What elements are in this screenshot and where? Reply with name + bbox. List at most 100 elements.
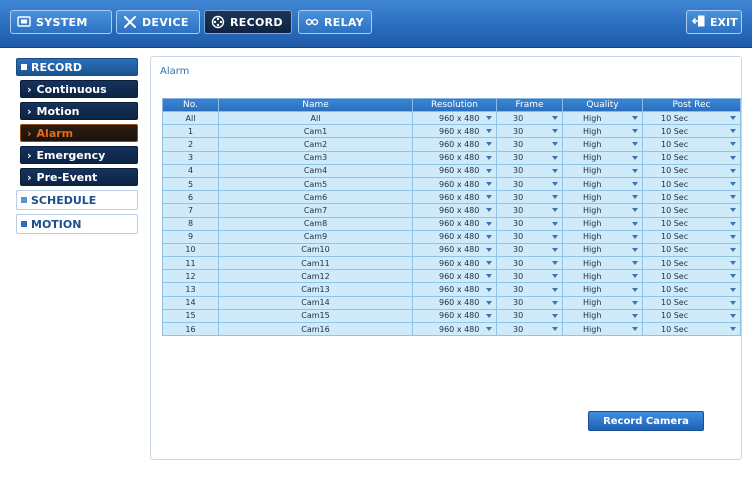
chevron-right-icon: › xyxy=(27,126,32,140)
tab-system[interactable]: SYSTEM xyxy=(10,10,112,34)
dropdown-arrow-icon xyxy=(632,155,638,160)
exit-label: EXIT xyxy=(710,15,738,29)
post-rec-select[interactable]: 10 Sec xyxy=(642,150,741,165)
post-rec-select[interactable]: 10 Sec xyxy=(642,203,741,218)
quality-select[interactable]: High xyxy=(562,110,643,126)
table-row: 12 Cam12 960 x 480 30 High 10 Sec xyxy=(162,269,741,284)
quality-select[interactable]: High xyxy=(562,295,643,310)
resolution-select[interactable]: 960 x 480 xyxy=(412,216,497,231)
frame-select[interactable]: 30 xyxy=(496,110,563,126)
camera-number: 7 xyxy=(162,203,219,218)
record-camera-button[interactable]: Record Camera xyxy=(588,411,704,431)
sidebar-item-motion[interactable]: › Motion xyxy=(20,102,138,120)
resolution-select[interactable]: 960 x 480 xyxy=(412,203,497,218)
frame-select[interactable]: 30 xyxy=(496,137,563,152)
resolution-select[interactable]: 960 x 480 xyxy=(412,269,497,284)
post-rec-select[interactable]: 10 Sec xyxy=(642,229,741,244)
dropdown-arrow-icon xyxy=(486,208,492,213)
select-value: 30 xyxy=(513,205,524,215)
resolution-select[interactable]: 960 x 480 xyxy=(412,256,497,271)
sidebar-item-continuous[interactable]: › Continuous xyxy=(20,80,138,98)
quality-select[interactable]: High xyxy=(562,150,643,165)
sidebar-item-pre-event[interactable]: › Pre-Event xyxy=(20,168,138,186)
post-rec-select[interactable]: 10 Sec xyxy=(642,321,741,337)
resolution-select[interactable]: 960 x 480 xyxy=(412,110,497,126)
quality-select[interactable]: High xyxy=(562,176,643,192)
sidebar-item-alarm[interactable]: › Alarm xyxy=(20,124,138,142)
select-value: 30 xyxy=(513,324,524,334)
sidebar-item-emergency[interactable]: › Emergency xyxy=(20,146,138,164)
table-row: 13 Cam13 960 x 480 30 High 10 Sec xyxy=(162,282,741,297)
post-rec-select[interactable]: 10 Sec xyxy=(642,282,741,297)
quality-select[interactable]: High xyxy=(562,203,643,218)
resolution-select[interactable]: 960 x 480 xyxy=(412,229,497,244)
camera-number: 2 xyxy=(162,137,219,152)
quality-select[interactable]: High xyxy=(562,190,643,205)
resolution-select[interactable]: 960 x 480 xyxy=(412,295,497,310)
tab-record[interactable]: RECORD xyxy=(204,10,292,34)
quality-select[interactable]: High xyxy=(562,242,643,258)
post-rec-select[interactable]: 10 Sec xyxy=(642,308,741,324)
post-rec-select[interactable]: 10 Sec xyxy=(642,256,741,271)
quality-select[interactable]: High xyxy=(562,256,643,271)
resolution-select[interactable]: 960 x 480 xyxy=(412,190,497,205)
frame-select[interactable]: 30 xyxy=(496,308,563,324)
frame-select[interactable]: 30 xyxy=(496,176,563,192)
tab-device[interactable]: DEVICE xyxy=(116,10,200,34)
resolution-select[interactable]: 960 x 480 xyxy=(412,137,497,152)
post-rec-select[interactable]: 10 Sec xyxy=(642,176,741,192)
post-rec-select[interactable]: 10 Sec xyxy=(642,242,741,258)
sidebar-section-record[interactable]: RECORD xyxy=(16,58,138,76)
post-rec-select[interactable]: 10 Sec xyxy=(642,137,741,152)
frame-select[interactable]: 30 xyxy=(496,216,563,231)
select-value: 30 xyxy=(513,311,524,321)
frame-select[interactable]: 30 xyxy=(496,150,563,165)
camera-name: Cam12 xyxy=(218,269,413,284)
frame-select[interactable]: 30 xyxy=(496,269,563,284)
square-bullet-icon xyxy=(21,197,27,203)
frame-select[interactable]: 30 xyxy=(496,256,563,271)
table-row: 3 Cam3 960 x 480 30 High 10 Sec xyxy=(162,150,741,165)
post-rec-select[interactable]: 10 Sec xyxy=(642,295,741,310)
quality-select[interactable]: High xyxy=(562,229,643,244)
quality-select[interactable]: High xyxy=(562,321,643,337)
post-rec-select[interactable]: 10 Sec xyxy=(642,163,741,178)
post-rec-select[interactable]: 10 Sec xyxy=(642,269,741,284)
resolution-select[interactable]: 960 x 480 xyxy=(412,321,497,337)
resolution-select[interactable]: 960 x 480 xyxy=(412,308,497,324)
tab-relay[interactable]: RELAY xyxy=(298,10,372,34)
post-rec-select[interactable]: 10 Sec xyxy=(642,216,741,231)
quality-select[interactable]: High xyxy=(562,282,643,297)
quality-select[interactable]: High xyxy=(562,308,643,324)
frame-select[interactable]: 30 xyxy=(496,282,563,297)
frame-select[interactable]: 30 xyxy=(496,242,563,258)
post-rec-select[interactable]: 10 Sec xyxy=(642,110,741,126)
dropdown-arrow-icon xyxy=(552,195,558,200)
frame-select[interactable]: 30 xyxy=(496,203,563,218)
frame-select[interactable]: 30 xyxy=(496,229,563,244)
sidebar-section-motion[interactable]: MOTION xyxy=(16,214,138,234)
quality-select[interactable]: High xyxy=(562,124,643,139)
resolution-select[interactable]: 960 x 480 xyxy=(412,282,497,297)
resolution-select[interactable]: 960 x 480 xyxy=(412,150,497,165)
post-rec-select[interactable]: 10 Sec xyxy=(642,190,741,205)
exit-button[interactable]: EXIT xyxy=(686,10,742,34)
quality-select[interactable]: High xyxy=(562,269,643,284)
post-rec-select[interactable]: 10 Sec xyxy=(642,124,741,139)
frame-select[interactable]: 30 xyxy=(496,124,563,139)
quality-select[interactable]: High xyxy=(562,163,643,178)
frame-select[interactable]: 30 xyxy=(496,190,563,205)
select-value: 10 Sec xyxy=(661,113,689,123)
quality-select[interactable]: High xyxy=(562,137,643,152)
frame-select[interactable]: 30 xyxy=(496,295,563,310)
resolution-select[interactable]: 960 x 480 xyxy=(412,176,497,192)
sidebar-section-label: RECORD xyxy=(31,60,83,74)
resolution-select[interactable]: 960 x 480 xyxy=(412,124,497,139)
resolution-select[interactable]: 960 x 480 xyxy=(412,163,497,178)
sidebar-section-schedule[interactable]: SCHEDULE xyxy=(16,190,138,210)
frame-select[interactable]: 30 xyxy=(496,321,563,337)
frame-select[interactable]: 30 xyxy=(496,163,563,178)
camera-name: Cam9 xyxy=(218,229,413,244)
quality-select[interactable]: High xyxy=(562,216,643,231)
resolution-select[interactable]: 960 x 480 xyxy=(412,242,497,258)
